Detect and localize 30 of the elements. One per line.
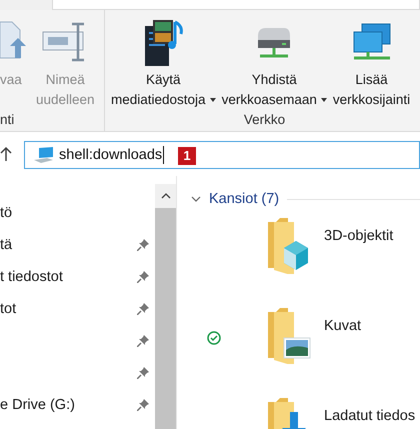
pin-icon [137,399,149,411]
pin-icon [137,271,149,283]
group-label: nti [0,111,14,129]
search-field[interactable] [52,0,420,10]
folder-name[interactable]: Ladatut tiedos [324,408,416,424]
up-arrow-icon[interactable] [0,146,12,162]
ribbon-button[interactable]: Lisää verkkosijainti [330,10,412,110]
nav-item[interactable]: t tiedostot [0,261,155,293]
ribbon-button[interactable]: Yhdistä verkkoasemaan [220,10,329,110]
chevron-icon[interactable] [191,196,201,202]
computer-icon [33,146,55,164]
number-badge: 1 [178,147,196,165]
group-header[interactable]: Kansiot (7) [209,191,280,207]
nav-item[interactable]: tä [0,229,155,261]
pin-icon [137,367,149,379]
scroll-up-icon[interactable] [155,184,176,208]
nav-item[interactable]: tot [0,293,155,325]
download-arrow-icon [282,412,306,429]
address-text: shell:downloads [59,147,162,163]
folder-name[interactable]: Kuvat [324,318,362,334]
ribbon-button[interactable]: Käytä mediatiedostoja [109,10,218,110]
pin-icon [137,239,149,251]
nav-item[interactable]: tö [0,197,155,229]
scrollbar[interactable] [155,184,176,429]
group-label: Verkko [244,111,286,129]
nav-item[interactable]: e Drive (G:) [0,389,155,421]
cube-icon [284,241,308,270]
pin-icon [137,303,149,315]
folder-name[interactable]: 3D-objektit [324,228,394,244]
pin-icon [137,335,149,347]
